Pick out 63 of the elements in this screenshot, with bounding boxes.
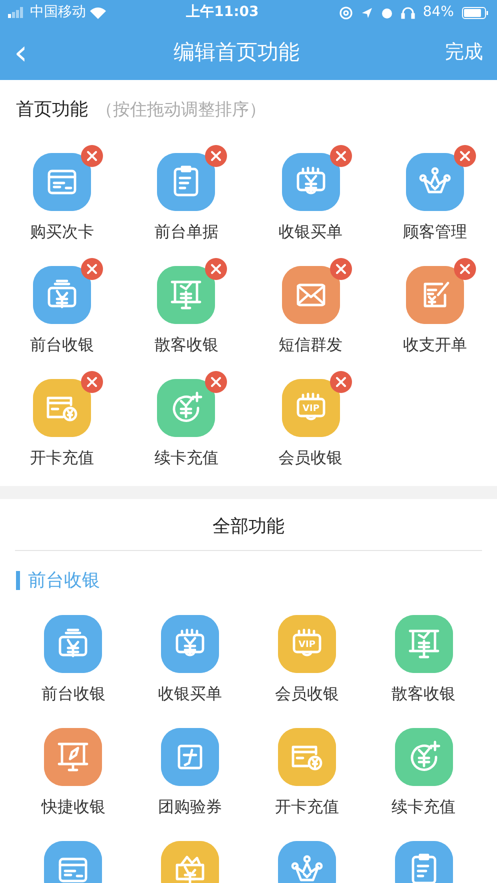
close-icon[interactable] — [330, 370, 352, 392]
function-label[interactable]: 购买次卡 — [30, 220, 94, 244]
function-label[interactable]: 团购验券 — [158, 795, 222, 820]
wallet-icon[interactable] — [33, 266, 92, 324]
register-icon[interactable] — [161, 615, 220, 674]
screen-icon[interactable] — [394, 615, 453, 674]
function-label[interactable]: 收银买单 — [158, 682, 222, 706]
location-icon — [360, 6, 373, 18]
clipboard-icon[interactable] — [157, 152, 216, 210]
section-hint: （按住拖动调整排序） — [96, 99, 266, 122]
carrier-name: 中国移动 — [30, 3, 86, 22]
register-icon[interactable] — [282, 152, 340, 210]
close-icon[interactable] — [454, 144, 476, 166]
screen-pen-icon[interactable] — [44, 728, 102, 786]
card-icon[interactable] — [33, 152, 92, 210]
wallet-icon[interactable] — [44, 615, 102, 674]
close-icon[interactable] — [81, 144, 104, 166]
function-label[interactable]: 顾客管理 — [402, 220, 467, 244]
headphones-icon — [400, 6, 415, 19]
function-label[interactable]: 会员收银 — [274, 682, 339, 706]
screen-icon[interactable] — [157, 266, 216, 324]
function-label[interactable]: 开卡充值 — [30, 446, 94, 470]
function-label[interactable]: 收支开单 — [402, 332, 467, 356]
function-label[interactable]: 散客收银 — [154, 332, 218, 356]
function-label[interactable]: 前台收银 — [41, 682, 106, 706]
function-label[interactable]: 开卡充值 — [274, 795, 339, 820]
page-title: 编辑首页功能 — [173, 38, 300, 66]
crown-icon[interactable] — [278, 841, 336, 883]
clock-time: 上午11:03 — [186, 3, 259, 22]
function-label[interactable]: 快捷收银 — [41, 795, 106, 820]
signal-icon — [8, 7, 26, 18]
close-icon[interactable] — [330, 144, 352, 166]
yen-plus-icon[interactable] — [394, 728, 453, 786]
function-label[interactable]: 续卡充值 — [392, 795, 456, 820]
alarm-icon — [380, 6, 393, 18]
function-label[interactable]: 短信群发 — [278, 332, 343, 356]
section-title: 首页功能 — [16, 98, 88, 122]
function-label[interactable]: 散客收银 — [392, 682, 456, 706]
crown-icon[interactable] — [406, 152, 464, 210]
close-icon[interactable] — [205, 258, 228, 280]
function-label[interactable]: 收银买单 — [278, 220, 343, 244]
close-icon[interactable] — [81, 370, 104, 392]
function-label[interactable]: 会员收银 — [278, 446, 343, 470]
close-icon[interactable] — [81, 258, 104, 280]
battery-icon — [462, 6, 489, 18]
clipboard-icon[interactable] — [394, 841, 453, 883]
group-title: 前台收银 — [16, 570, 481, 590]
rotation-lock-icon — [338, 6, 353, 20]
function-label[interactable]: 前台单据 — [154, 220, 218, 244]
close-icon[interactable] — [205, 370, 228, 392]
yen-plus-icon[interactable] — [157, 378, 216, 436]
card-coin-icon[interactable] — [33, 378, 92, 436]
bill-pen-icon[interactable] — [406, 266, 464, 324]
function-label[interactable]: 续卡充值 — [154, 446, 218, 470]
section-title: 全部功能 — [212, 516, 284, 536]
close-icon[interactable] — [205, 144, 228, 166]
function-label[interactable]: 前台收银 — [30, 332, 94, 356]
close-icon[interactable] — [454, 258, 476, 280]
wifi-icon — [90, 6, 106, 18]
card-icon[interactable] — [44, 841, 102, 883]
envelope-icon[interactable] — [282, 266, 340, 324]
close-icon[interactable] — [330, 258, 352, 280]
battery-percent: 84% — [422, 3, 454, 22]
